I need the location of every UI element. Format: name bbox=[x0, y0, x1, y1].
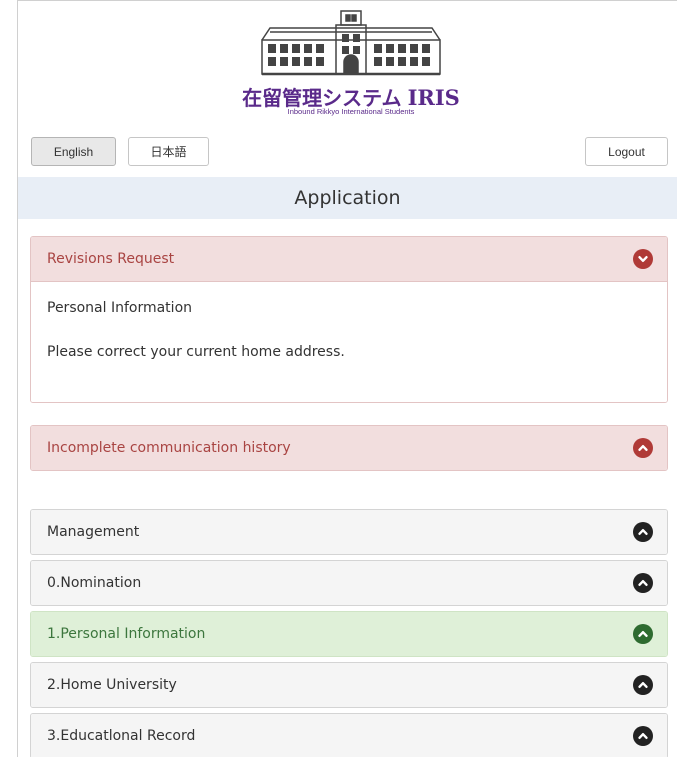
section-header[interactable]: 1.Personal Information bbox=[31, 612, 667, 656]
chevron-up-icon[interactable] bbox=[633, 438, 653, 458]
section-nomination[interactable]: 0.Nomination bbox=[30, 560, 668, 606]
incomplete-communication-header[interactable]: Incomplete communication history bbox=[31, 426, 667, 470]
chevron-up-icon[interactable] bbox=[633, 522, 653, 542]
revisions-request-panel: Revisions Request Personal Information P… bbox=[30, 236, 668, 403]
iris-logo: 在留管理システム IRIS Inbound Rikkyo Internationa… bbox=[226, 8, 476, 120]
section-header[interactable]: 3.Educatlonal Record bbox=[31, 714, 667, 757]
chevron-down-icon[interactable] bbox=[633, 249, 653, 269]
section-label: 3.Educatlonal Record bbox=[47, 728, 196, 744]
revision-message: Please correct your current home address… bbox=[47, 344, 345, 360]
incomplete-communication-panel[interactable]: Incomplete communication history bbox=[30, 425, 668, 471]
japanese-language-button[interactable]: 日本語 bbox=[128, 137, 209, 166]
revisions-request-header[interactable]: Revisions Request bbox=[31, 237, 667, 281]
section-label: 1.Personal Information bbox=[47, 626, 206, 642]
chevron-up-icon[interactable] bbox=[633, 624, 653, 644]
english-language-button[interactable]: English bbox=[31, 137, 116, 166]
section-label: Management bbox=[47, 524, 140, 540]
revisions-request-body: Personal Information Please correct your… bbox=[31, 281, 667, 402]
chevron-up-icon[interactable] bbox=[633, 573, 653, 593]
section-label: 2.Home University bbox=[47, 677, 177, 693]
chevron-up-icon[interactable] bbox=[633, 726, 653, 746]
revisions-request-title: Revisions Request bbox=[47, 251, 175, 267]
page-title: Application bbox=[18, 177, 677, 219]
section-header[interactable]: 2.Home University bbox=[31, 663, 667, 707]
logo-subtitle: Inbound Rikkyo International Students bbox=[287, 107, 415, 116]
section-educational-record[interactable]: 3.Educatlonal Record bbox=[30, 713, 668, 757]
building-icon bbox=[261, 10, 441, 76]
incomplete-communication-title: Incomplete communication history bbox=[47, 440, 291, 456]
section-personal-information[interactable]: 1.Personal Information bbox=[30, 611, 668, 657]
section-home-university[interactable]: 2.Home University bbox=[30, 662, 668, 708]
chevron-up-icon[interactable] bbox=[633, 675, 653, 695]
section-label: 0.Nomination bbox=[47, 575, 142, 591]
revision-section-name: Personal Information bbox=[47, 300, 193, 316]
section-header[interactable]: 0.Nomination bbox=[31, 561, 667, 605]
logout-button[interactable]: Logout bbox=[585, 137, 668, 166]
section-management[interactable]: Management bbox=[30, 509, 668, 555]
section-header[interactable]: Management bbox=[31, 510, 667, 554]
